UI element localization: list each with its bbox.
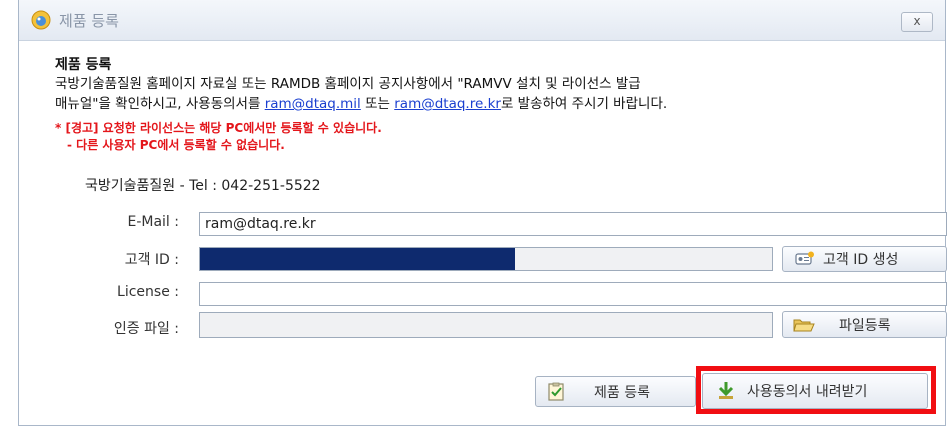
warning-line-1: * [경고] 요청한 라이선스는 해당 PC에서만 등록할 수 있습니다. — [55, 121, 382, 135]
customer-id-redaction — [200, 248, 515, 270]
cert-file-label: 인증 파일 : — [113, 321, 179, 337]
product-registration-window: 제품 등록 x 제품 등록 국방기술품질원 홈페이지 자료실 또는 RAMDB … — [18, 0, 947, 426]
customer-id-field[interactable] — [199, 247, 773, 271]
warning-line-2: - 다른 사용자 PC에서 등록할 수 없습니다. — [67, 138, 285, 152]
generate-customer-id-label: 고객 ID 생성 — [823, 252, 899, 268]
instruction-line-2: 매뉴얼"을 확인하시고, 사용동의서를 ram@dtaq.mil 또는 ram@… — [55, 94, 945, 114]
download-button-highlight — [696, 366, 936, 414]
email-link-mil[interactable]: ram@dtaq.mil — [265, 96, 361, 112]
app-icon — [31, 10, 51, 30]
license-field[interactable] — [199, 282, 947, 306]
id-card-icon — [795, 251, 814, 265]
instruction-text-part: 매뉴얼"을 확인하시고, 사용동의서를 — [55, 96, 265, 112]
cert-file-field[interactable] — [199, 312, 773, 338]
window-title: 제품 등록 — [59, 12, 119, 30]
register-file-button[interactable]: 파일등록 — [782, 311, 947, 338]
checklist-icon — [548, 382, 564, 401]
folder-open-icon — [793, 319, 815, 331]
section-heading: 제품 등록 — [55, 57, 112, 73]
instruction-text-part: 또는 — [360, 96, 395, 112]
register-product-button[interactable]: 제품 등록 — [535, 376, 696, 407]
close-icon: x — [913, 14, 921, 28]
close-button[interactable]: x — [901, 12, 933, 32]
register-file-label: 파일등록 — [839, 317, 891, 334]
license-warning: * [경고] 요청한 라이선스는 해당 PC에서만 등록할 수 있습니다. - … — [55, 120, 382, 154]
instruction-text-part: 로 발송하여 주시기 바랍니다. — [500, 96, 668, 112]
title-bar: 제품 등록 x — [19, 0, 945, 41]
email-field[interactable]: ram@dtaq.re.kr — [199, 212, 947, 236]
contact-info: 국방기술품질원 - Tel : 042-251-5522 — [85, 178, 321, 194]
instruction-line-1: 국방기술품질원 홈페이지 자료실 또는 RAMDB 홈페이지 공지사항에서 "R… — [55, 76, 641, 92]
customer-id-label: 고객 ID : — [124, 252, 179, 268]
instruction-text: 국방기술품질원 홈페이지 자료실 또는 RAMDB 홈페이지 공지사항에서 "R… — [55, 74, 945, 114]
email-link-re-kr[interactable]: ram@dtaq.re.kr — [394, 96, 501, 112]
email-label: E-Mail : — [127, 214, 179, 230]
license-label: License : — [117, 284, 179, 300]
generate-customer-id-button[interactable]: 고객 ID 생성 — [782, 246, 947, 272]
register-product-label: 제품 등록 — [594, 384, 650, 401]
